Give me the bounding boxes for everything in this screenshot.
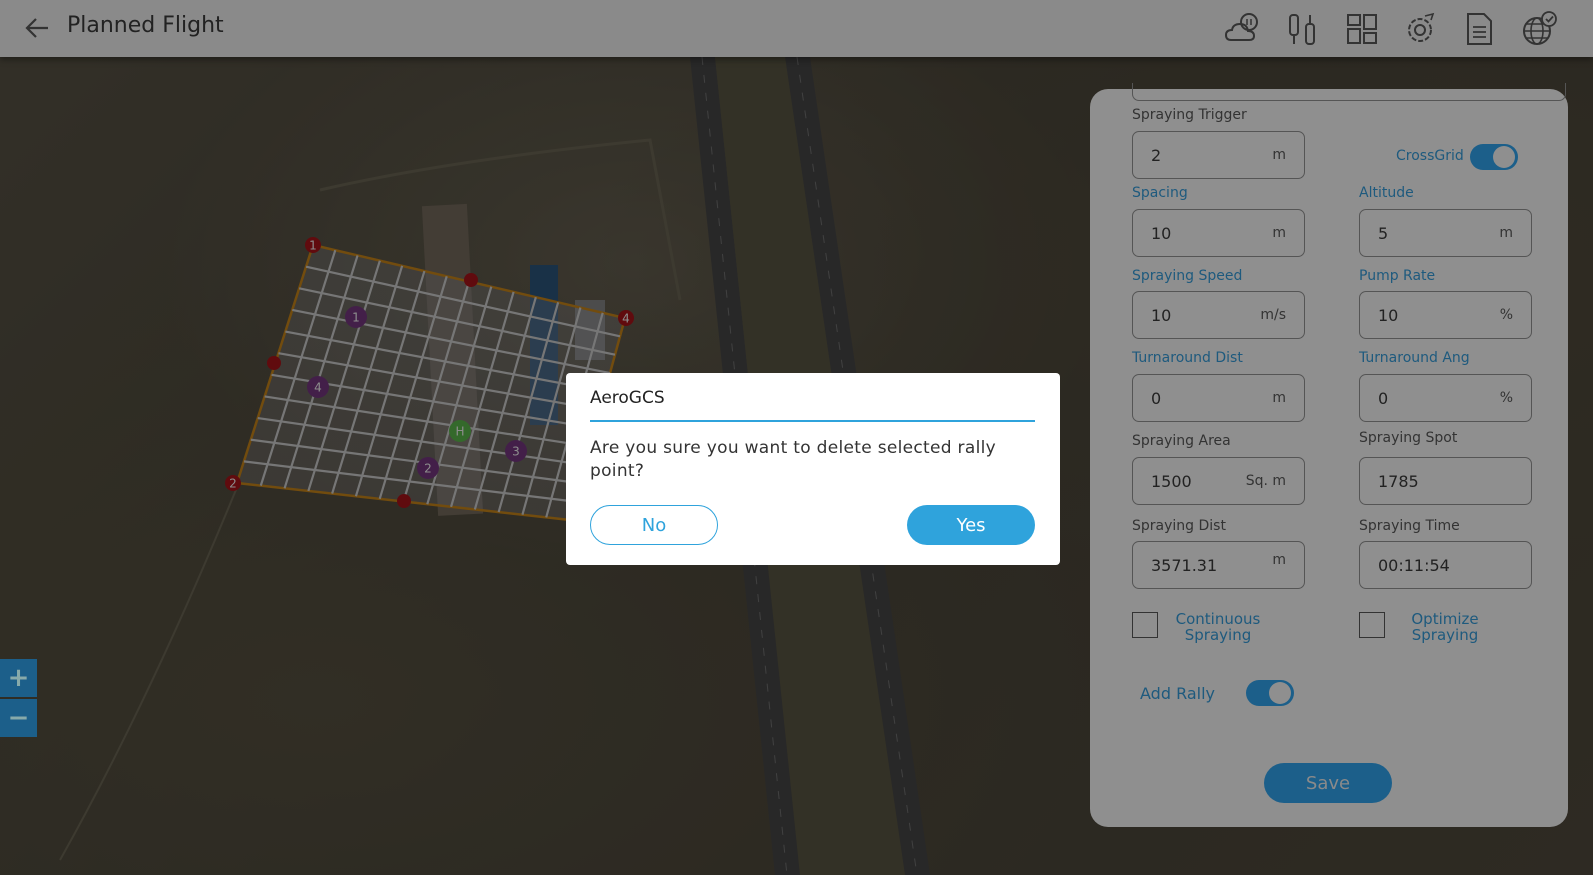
layout-icon[interactable] [1343,10,1381,48]
save-button[interactable]: Save [1264,763,1392,803]
spraying-area-field: 1500 Sq. m [1132,457,1305,505]
crossgrid-toggle[interactable] [1470,144,1518,170]
add-rally-label: Add Rally [1140,684,1215,703]
turnaround-dist-label: Turnaround Dist [1132,350,1243,366]
spray-settings-panel: Spraying Trigger 2 m CrossGrid Spacing 1… [1090,83,1568,827]
spacing-value: 10 [1151,223,1172,243]
optimize-spraying-line1: Optimize [1411,610,1479,628]
yes-button[interactable]: Yes [907,505,1035,545]
zoom-in-button[interactable]: + [0,659,37,697]
document-icon[interactable] [1460,10,1498,48]
altitude-value: 5 [1378,223,1389,243]
spraying-spot-label: Spraying Spot [1359,430,1458,446]
turnaround-dist-value: 0 [1151,388,1162,408]
spraying-speed-label: Spraying Speed [1132,268,1243,284]
continuous-spraying-checkbox[interactable] [1132,612,1158,638]
altitude-unit: m [1499,225,1513,241]
spraying-dist-value: 3571.31 [1151,555,1218,575]
spraying-time-field: 00:11:54 [1359,541,1532,589]
spraying-area-label: Spraying Area [1132,433,1231,449]
spraying-time-value: 00:11:54 [1378,555,1450,575]
turnaround-dist-unit: m [1272,390,1286,406]
spacing-input[interactable]: 10 m [1132,209,1305,257]
spacing-unit: m [1272,225,1286,241]
spraying-time-label: Spraying Time [1359,518,1460,534]
continuous-spraying-label[interactable]: Continuous Spraying [1168,611,1268,643]
pump-rate-unit: % [1499,307,1513,323]
pump-rate-label: Pump Rate [1359,268,1436,284]
optimize-spraying-checkbox[interactable] [1359,612,1385,638]
top-bar: Planned Flight [0,0,1593,57]
dialog-title: AeroGCS [590,388,665,408]
turnaround-ang-value: 0 [1378,388,1389,408]
spraying-dist-field: 3571.31 m [1132,541,1305,589]
crossgrid-label: CrossGrid [1396,148,1464,164]
spraying-spot-value: 1785 [1378,471,1419,491]
spraying-trigger-value: 2 [1151,145,1162,165]
page-title: Planned Flight [67,13,224,38]
dialog-divider [590,420,1035,422]
spacing-label: Spacing [1132,185,1188,201]
spraying-trigger-input[interactable]: 2 m [1132,131,1305,179]
spraying-speed-unit: m/s [1260,307,1286,323]
spraying-trigger-label: Spraying Trigger [1132,107,1247,123]
turnaround-ang-unit: % [1499,390,1513,406]
spraying-spot-field: 1785 [1359,457,1532,505]
turnaround-ang-input[interactable]: 0 % [1359,374,1532,422]
altitude-label: Altitude [1359,185,1414,201]
spraying-area-value: 1500 [1151,471,1192,491]
zoom-out-button[interactable]: − [0,699,37,737]
turnaround-dist-input[interactable]: 0 m [1132,374,1305,422]
pump-rate-value: 10 [1378,305,1399,325]
spraying-dist-unit: m [1272,552,1286,568]
dialog-message: Are you sure you want to delete selected… [590,438,996,481]
settings-icon[interactable] [1401,10,1439,48]
turnaround-ang-label: Turnaround Ang [1359,350,1470,366]
continuous-spraying-line2: Spraying [1184,626,1252,644]
continuous-spraying-line1: Continuous [1175,610,1261,628]
back-arrow-icon[interactable] [22,13,52,43]
spraying-speed-value: 10 [1151,305,1172,325]
add-rally-toggle[interactable] [1246,680,1294,706]
pump-rate-input[interactable]: 10 % [1359,291,1532,339]
optimize-spraying-label[interactable]: Optimize Spraying [1395,611,1495,643]
controller-icon[interactable] [1284,10,1322,48]
truncated-field [1132,83,1566,101]
spraying-trigger-unit: m [1272,147,1286,163]
globe-check-icon[interactable] [1520,10,1558,48]
optimize-spraying-line2: Spraying [1411,626,1479,644]
spraying-area-unit: Sq. m [1245,473,1286,489]
spraying-dist-label: Spraying Dist [1132,518,1226,534]
spraying-speed-input[interactable]: 10 m/s [1132,291,1305,339]
weather-icon[interactable] [1223,10,1261,48]
altitude-input[interactable]: 5 m [1359,209,1532,257]
no-button[interactable]: No [590,505,718,545]
confirm-delete-dialog: AeroGCS Are you sure you want to delete … [566,373,1060,565]
